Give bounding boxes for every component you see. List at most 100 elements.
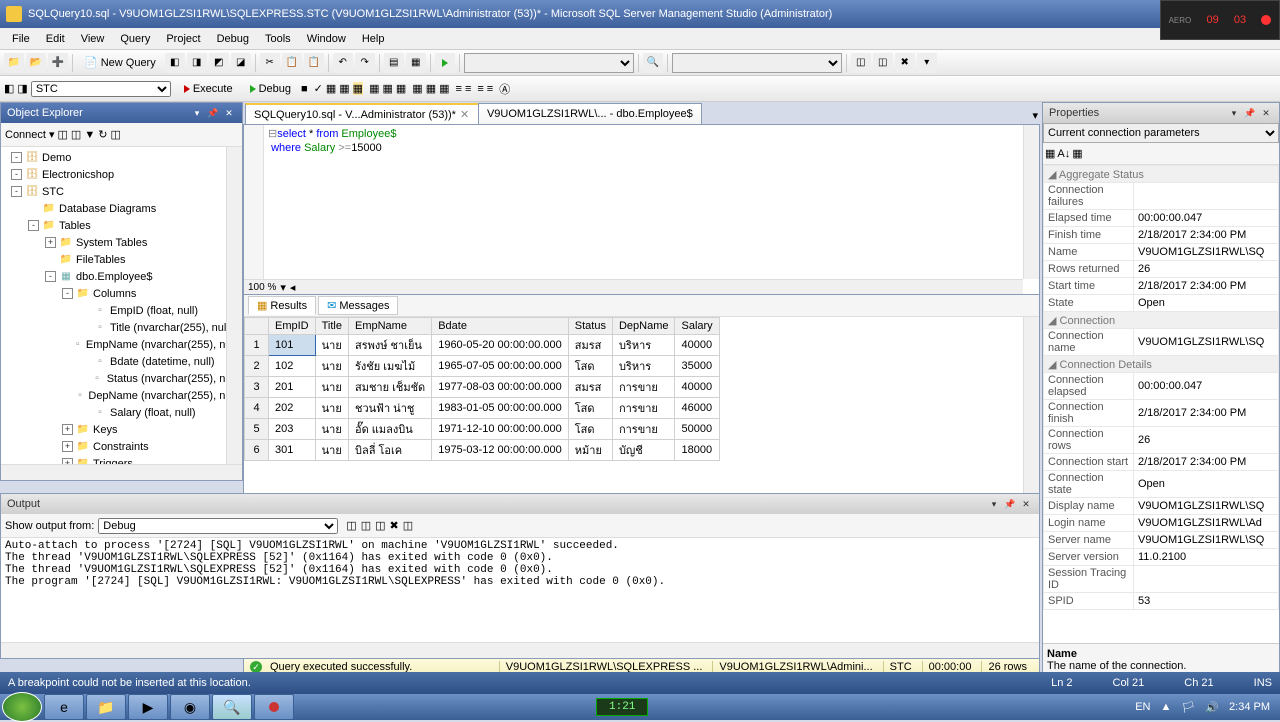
sql-editor[interactable]: ⊟select * from Employee$ where Salary >=…	[243, 124, 1040, 295]
tray-icon[interactable]: 🏳	[1181, 701, 1195, 714]
output-source-select[interactable]: Debug	[98, 518, 338, 534]
execute-button[interactable]: Execute	[177, 81, 240, 97]
comment-icon[interactable]: ≡	[477, 83, 483, 95]
grid-cell[interactable]: การขาย	[612, 398, 675, 419]
tree-node[interactable]: -🗄STC	[3, 183, 240, 200]
tb-icon[interactable]: ▦	[369, 82, 379, 95]
tree-node[interactable]: -🗄Demo	[3, 149, 240, 166]
menu-window[interactable]: Window	[299, 31, 354, 47]
database-select[interactable]: STC	[31, 81, 171, 97]
taskbar-ie-icon[interactable]: e	[44, 694, 84, 720]
tb-icon[interactable]: ◫	[71, 128, 81, 141]
column-header[interactable]: EmpID	[269, 318, 316, 335]
menu-debug[interactable]: Debug	[209, 31, 257, 47]
column-header[interactable]: Salary	[675, 318, 719, 335]
tray-icon[interactable]: ▲	[1160, 701, 1171, 713]
close-panel-icon[interactable]: ✕	[1019, 497, 1033, 511]
grid-cell[interactable]: 1960-05-20 00:00:00.000	[432, 335, 569, 356]
grid-cell[interactable]: 40000	[675, 377, 719, 398]
tb-icon[interactable]: ✖	[895, 53, 915, 73]
grid-cell[interactable]: นาย	[315, 335, 348, 356]
new-query-button[interactable]: 📄New Query	[77, 54, 163, 71]
tb-icon[interactable]: ◫	[58, 128, 68, 141]
pin-icon[interactable]: 📌	[1003, 497, 1017, 511]
column-header[interactable]: EmpName	[349, 318, 432, 335]
pin-icon[interactable]: 📌	[206, 106, 220, 120]
grid-cell[interactable]: 201	[269, 377, 316, 398]
menu-help[interactable]: Help	[354, 31, 393, 47]
dropdown-icon[interactable]: ▾	[987, 497, 1001, 511]
grid-cell[interactable]: 101	[269, 335, 316, 356]
taskbar-clock[interactable]: 2:34 PM	[1229, 701, 1270, 713]
categorize-icon[interactable]: ▦	[1045, 147, 1055, 160]
tb-icon[interactable]: ◫	[403, 519, 413, 532]
row-header[interactable]: 5	[245, 419, 269, 440]
grid-cell[interactable]: สมรส	[568, 377, 612, 398]
tb-icon[interactable]: ◨	[17, 82, 27, 95]
tb-icon[interactable]: ▦	[406, 53, 426, 73]
grid-cell[interactable]: บัญชี	[612, 440, 675, 461]
uncomment-icon[interactable]: ≡	[487, 83, 493, 95]
menu-query[interactable]: Query	[112, 31, 158, 47]
tab-results[interactable]: ▦Results	[248, 296, 316, 315]
column-header[interactable]: Status	[568, 318, 612, 335]
tb-icon[interactable]: ▦	[439, 82, 449, 95]
tb-icon[interactable]: ▦	[426, 82, 436, 95]
grid-cell[interactable]: รังชัย เมฆไม้	[349, 356, 432, 377]
run-icon[interactable]	[435, 53, 455, 73]
tb-icon[interactable]: ▤	[384, 53, 404, 73]
tb-icon[interactable]: 🔍	[643, 53, 663, 73]
open-icon[interactable]: 📂	[26, 53, 46, 73]
menu-view[interactable]: View	[73, 31, 113, 47]
tree-node[interactable]: -▦dbo.Employee$	[3, 268, 240, 285]
tree-node[interactable]: ▫Bdate (datetime, null)	[3, 353, 240, 370]
properties-object-select[interactable]: Current connection parameters	[1043, 123, 1279, 143]
indent-icon[interactable]: ≡	[456, 83, 462, 95]
undo-icon[interactable]: ↶	[333, 53, 353, 73]
paste-icon[interactable]: 📋	[304, 53, 324, 73]
copy-icon[interactable]: 📋	[282, 53, 302, 73]
row-header[interactable]: 4	[245, 398, 269, 419]
grid-cell[interactable]: นาย	[315, 398, 348, 419]
grid-cell[interactable]: นาย	[315, 419, 348, 440]
close-tab-icon[interactable]: ✕	[460, 108, 470, 121]
taskbar-media-icon[interactable]: ▶	[128, 694, 168, 720]
sort-icon[interactable]: A↓	[1057, 148, 1070, 160]
tb-icon[interactable]: ▦	[339, 82, 349, 95]
grid-cell[interactable]: 1983-01-05 00:00:00.000	[432, 398, 569, 419]
column-header[interactable]: DepName	[612, 318, 675, 335]
new-project-icon[interactable]: 📁	[4, 53, 24, 73]
start-button[interactable]	[2, 692, 42, 722]
tab-overflow-icon[interactable]: ▾	[1030, 107, 1040, 124]
tb-icon[interactable]: ◧	[165, 53, 185, 73]
output-text[interactable]: Auto-attach to process '[2724] [SQL] V9U…	[1, 538, 1039, 642]
dropdown-icon[interactable]: ▾	[190, 106, 204, 120]
tb-icon[interactable]: ◫	[361, 519, 371, 532]
find-select[interactable]	[672, 53, 842, 73]
grid-cell[interactable]: 301	[269, 440, 316, 461]
grid-cell[interactable]: บิลลี่ โอเค	[349, 440, 432, 461]
object-tree[interactable]: -🗄Demo-🗄Electronicshop-🗄STC📁Database Dia…	[1, 147, 242, 464]
tab-messages[interactable]: ✉Messages	[318, 296, 398, 315]
grid-cell[interactable]: บริหาร	[612, 356, 675, 377]
tree-node[interactable]: 📁Database Diagrams	[3, 200, 240, 217]
menu-file[interactable]: File	[4, 31, 38, 47]
outdent-icon[interactable]: ≡	[465, 83, 471, 95]
tray-icon[interactable]: 🔊	[1205, 701, 1219, 714]
grid-cell[interactable]: 1975-03-12 00:00:00.000	[432, 440, 569, 461]
tb-icon[interactable]: ◧	[4, 82, 14, 95]
output-h-scrollbar[interactable]	[1, 642, 1039, 658]
taskbar-chrome-icon[interactable]: ◉	[170, 694, 210, 720]
row-header[interactable]: 1	[245, 335, 269, 356]
grid-cell[interactable]: 46000	[675, 398, 719, 419]
tab-employee[interactable]: V9UOM1GLZSI1RWL\... - dbo.Employee$	[478, 103, 702, 124]
config-select[interactable]	[464, 53, 634, 73]
tree-node[interactable]: +📁Constraints	[3, 438, 240, 455]
row-header[interactable]: 2	[245, 356, 269, 377]
grid-cell[interactable]: โสด	[568, 419, 612, 440]
taskbar-explorer-icon[interactable]: 📁	[86, 694, 126, 720]
grid-cell[interactable]: ชวนฟ้า น่าชู	[349, 398, 432, 419]
tree-node[interactable]: -📁Tables	[3, 217, 240, 234]
tree-node[interactable]: ▫Salary (float, null)	[3, 404, 240, 421]
grid-cell[interactable]: บริหาร	[612, 335, 675, 356]
